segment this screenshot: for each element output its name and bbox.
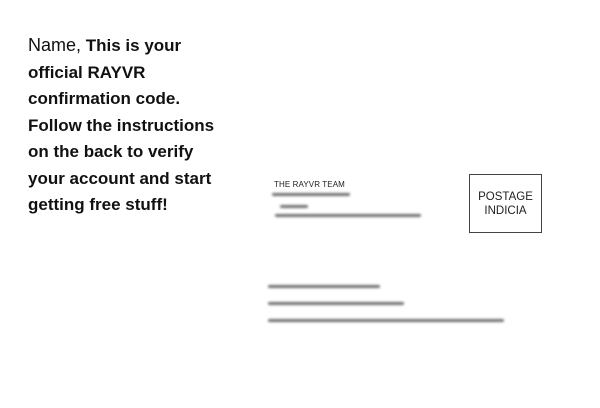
indicia-line-2: INDICIA [484,204,527,217]
redacted-return-address-line-3 [275,214,421,217]
redacted-return-address-line-1 [272,193,350,196]
redacted-recipient-address-line-2 [268,302,404,305]
return-address-title: THE RAYVR TEAM [274,180,345,189]
confirmation-message: Name, This is your official RAYVR confir… [28,32,228,219]
redacted-recipient-address-line-3 [268,319,504,322]
message-body: This is your official RAYVR confirmation… [28,36,215,214]
postage-indicia-box: POSTAGE INDICIA [469,174,542,233]
redacted-recipient-address-line-1 [268,285,380,288]
indicia-line-1: POSTAGE [478,190,533,203]
recipient-name: Name, [28,35,82,55]
redacted-return-address-line-2 [280,205,308,208]
